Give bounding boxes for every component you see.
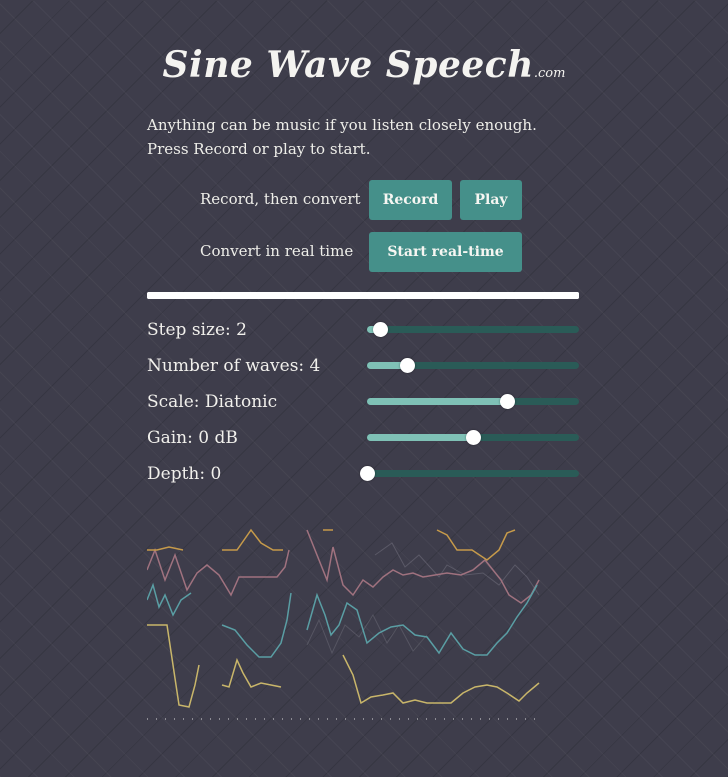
gain-slider[interactable] [367,430,579,445]
wave-trace [436,529,516,561]
depth-label: Depth: 0 [147,464,222,484]
wave-trace [306,584,538,656]
gain-slider-thumb[interactable] [466,430,481,445]
play-button[interactable]: Play [460,180,522,220]
gain-slider-fill [367,434,473,441]
wave-trace [147,547,290,597]
sine-wave-visualization [147,528,540,720]
wave-trace [222,528,283,551]
record-row-label: Record, then convert [200,190,361,208]
depth-control: Depth: 0 [147,462,579,486]
number-of-waves-label: Number of waves: 4 [147,356,321,376]
scale-slider[interactable] [367,394,579,409]
wave-trace [221,657,282,688]
wave-trace [221,592,292,658]
scale-control: Scale: Diatonic [147,390,579,414]
depth-slider-thumb[interactable] [360,466,375,481]
step-size-slider[interactable] [367,322,579,337]
wave-trace [147,624,200,708]
scale-label: Scale: Diatonic [147,392,278,412]
progress-bar [147,292,579,299]
gain-control: Gain: 0 dB [147,426,579,450]
scale-slider-thumb[interactable] [499,394,515,409]
site-title-suffix: .com [533,66,566,81]
scale-slider-fill [367,398,507,405]
step-size-label: Step size: 2 [147,320,247,340]
record-button[interactable]: Record [369,180,452,220]
site-title: Sine Wave Speech.com [0,44,728,86]
wave-trace [306,613,428,655]
wave-trace [147,582,192,617]
wave-trace [374,542,540,596]
start-realtime-button[interactable]: Start real-time [369,232,522,272]
number-of-waves-control: Number of waves: 4 [147,354,579,378]
realtime-row-label: Convert in real time [200,242,354,260]
intro-text: Anything can be music if you listen clos… [147,116,537,158]
site-title-main: Sine Wave Speech [162,44,534,86]
wave-trace [342,654,540,705]
depth-slider[interactable] [360,466,579,481]
step-size-control: Step size: 2 [147,318,579,342]
progress-bar-fill [147,292,579,299]
number-of-waves-slider[interactable] [367,358,579,373]
gain-label: Gain: 0 dB [147,428,238,448]
wave-trace [306,529,540,604]
step-size-slider-thumb[interactable] [372,322,388,337]
wave-trace [147,546,184,551]
number-of-waves-slider-thumb[interactable] [400,358,416,373]
